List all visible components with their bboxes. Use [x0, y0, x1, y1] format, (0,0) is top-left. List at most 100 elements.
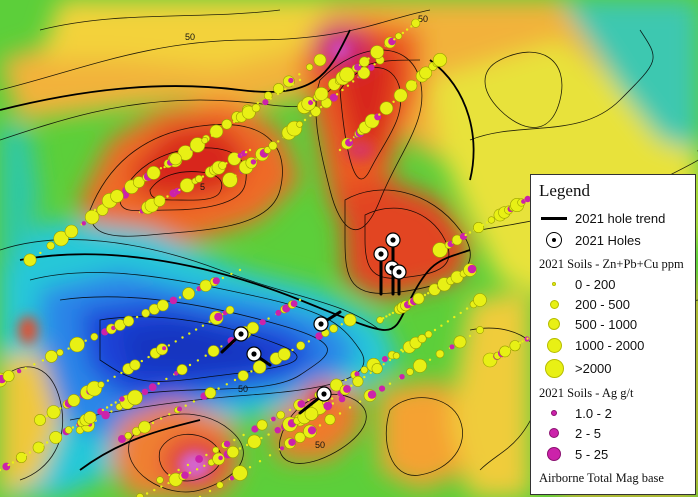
legend-ag-class: 1.0 - 2: [539, 403, 689, 423]
soil-sample-point: [288, 408, 292, 412]
soil-sample-point: [291, 348, 294, 352]
soil-sample-point: [225, 305, 235, 315]
ag-sample-point: [250, 159, 257, 165]
soil-sample-point: [84, 339, 87, 342]
ag-sample-point: [343, 385, 351, 393]
soil-sample-point: [64, 224, 79, 239]
soil-sample-point: [338, 412, 342, 415]
soil-sample-point: [166, 195, 169, 198]
soil-sample-point: [218, 129, 221, 133]
soil-sample-point: [188, 332, 191, 335]
legend-zn-class-label: 0 - 200: [575, 276, 616, 292]
soil-sample-point: [147, 355, 150, 359]
ag-sample-point: [381, 356, 388, 362]
yellow-dot-icon: [539, 299, 569, 309]
ag-sample-point: [297, 400, 306, 408]
soil-sample-point: [350, 70, 353, 73]
soil-sample-point: [177, 468, 180, 472]
soil-sample-point: [237, 370, 249, 382]
soil-sample-point: [388, 382, 392, 385]
soil-sample-point: [267, 317, 270, 320]
soil-sample-point: [476, 326, 484, 334]
yellow-dot-icon: [539, 358, 569, 378]
soil-sample-point: [203, 464, 206, 467]
soil-sample-point: [186, 463, 190, 467]
soil-sample-point: [153, 194, 166, 207]
soil-sample-point: [192, 400, 196, 403]
soil-sample-point: [162, 197, 165, 200]
soil-sample-point: [395, 32, 403, 40]
soil-sample-point: [401, 31, 405, 35]
legend-zn-class: 1000 - 2000: [539, 334, 689, 356]
drill-hole: [373, 246, 389, 262]
soil-sample-point: [341, 88, 344, 92]
soil-sample-point: [481, 223, 485, 227]
soil-sample-point: [176, 364, 188, 376]
legend-ag-class-label: 1.0 - 2: [575, 405, 612, 421]
ag-sample-point: [288, 438, 296, 446]
soil-sample-point: [46, 405, 61, 419]
soil-sample-point: [93, 208, 97, 212]
soil-sample-point: [159, 167, 163, 170]
soil-sample-point: [110, 403, 113, 407]
ag-sample-point: [141, 388, 149, 396]
soil-sample-point: [348, 406, 352, 409]
legend-ag-class-label: 5 - 25: [575, 446, 609, 462]
soil-sample-point: [207, 345, 220, 357]
soil-sample-point: [379, 101, 394, 115]
soil-sample-point: [216, 481, 224, 489]
soil-sample-point: [156, 299, 169, 312]
soil-sample-point: [382, 317, 385, 320]
soil-sample-point: [317, 409, 320, 412]
soil-sample-point: [307, 398, 310, 402]
ag-sample-point: [169, 296, 178, 305]
soil-sample-point: [256, 419, 268, 431]
magenta-dot-icon: [539, 428, 569, 438]
soil-sample-point: [24, 367, 27, 370]
soil-sample-point: [201, 324, 205, 327]
ag-sample-point: [449, 344, 455, 350]
ag-sample-point: [2, 462, 11, 471]
soil-sample-point: [318, 424, 322, 427]
soil-sample-point: [195, 468, 199, 471]
soil-sample-point: [268, 454, 272, 457]
soil-sample-point: [276, 410, 286, 420]
soil-sample-point: [156, 476, 164, 484]
legend-zn-class-label: 1000 - 2000: [575, 337, 645, 353]
soil-sample-point: [453, 315, 456, 319]
soil-sample-point: [371, 363, 383, 375]
soil-sample-point: [232, 465, 248, 481]
legend: Legend 2021 hole trend 2021 Holes 2021 S…: [530, 174, 696, 495]
soil-sample-point: [298, 78, 302, 82]
soil-sample-point: [15, 451, 27, 463]
ag-sample-point: [354, 371, 360, 377]
soil-sample-point: [2, 370, 15, 382]
soil-sample-point: [251, 103, 261, 113]
soil-sample-point: [296, 341, 306, 351]
soil-sample-point: [97, 381, 105, 388]
soil-sample-point: [340, 323, 343, 326]
soil-sample-point: [428, 358, 432, 361]
soil-sample-point: [28, 451, 32, 454]
ag-sample-point: [218, 455, 223, 461]
drill-hole: [391, 264, 407, 280]
soil-sample-point: [465, 307, 469, 310]
soil-sample-point: [242, 433, 245, 437]
ag-sample-point: [345, 138, 354, 147]
soil-sample-point: [499, 345, 511, 358]
magenta-dot-icon: [539, 410, 569, 416]
soil-sample-point: [225, 162, 228, 165]
soil-sample-point: [440, 324, 443, 327]
soil-sample-point: [174, 340, 177, 343]
soil-sample-point: [110, 189, 124, 203]
soil-sample-point: [284, 88, 287, 91]
soil-sample-point: [194, 328, 198, 331]
soil-sample-point: [39, 251, 42, 255]
soil-sample-point: [101, 408, 105, 412]
soil-sample-point: [424, 330, 433, 339]
soil-sample-point: [41, 359, 45, 362]
contour-label: 50: [315, 440, 325, 450]
soil-sample-point: [331, 402, 335, 405]
soil-sample-point: [83, 411, 97, 424]
soil-sample-point: [178, 188, 181, 192]
